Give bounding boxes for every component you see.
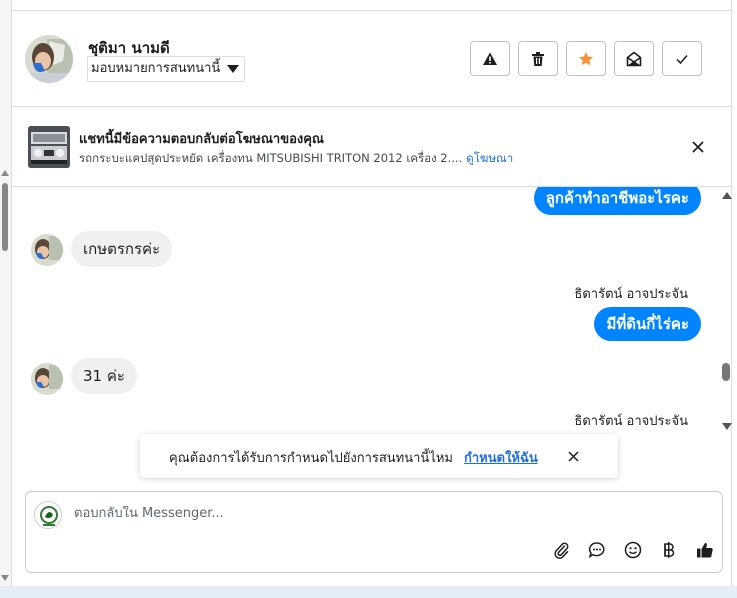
ad-description-text: รถกระบะแคปสุดประหยัด เครื่องทน MITSUBISH… [79, 151, 463, 165]
close-toast-button[interactable] [564, 447, 582, 465]
attach-button[interactable] [543, 538, 579, 562]
star-button[interactable] [566, 41, 606, 76]
assign-dropdown[interactable]: มอบหมายการสนทนานี้ [87, 56, 246, 82]
like-button[interactable] [687, 538, 723, 562]
assign-toast: คุณต้องการได้รับการกำหนดไปยังการสนทนานี้… [140, 434, 618, 478]
scroll-thumb[interactable] [722, 363, 730, 381]
warning-icon [483, 52, 497, 65]
emoji-button[interactable] [615, 538, 651, 562]
chat-bubble-icon [588, 542, 605, 559]
mark-unread-button[interactable] [614, 41, 654, 76]
message-bubble-incoming[interactable]: 31 ค่ะ [71, 358, 137, 394]
report-spam-button[interactable] [470, 41, 510, 76]
delete-button[interactable] [518, 41, 558, 76]
composer-tools [543, 538, 723, 562]
bottom-strip [0, 586, 737, 598]
page-avatar [34, 501, 62, 529]
assign-to-me-link[interactable]: กำหนดให้ฉัน [464, 447, 538, 468]
ad-reply-banner: แชทนี้มีข้อความตอบกลับต่อโฆษณาของคุณ รถก… [12, 107, 733, 187]
thread-scrollbar[interactable] [718, 187, 733, 432]
message-thread[interactable]: ลูกค้าทำอาชีพอะไรคะ เกษตรกรค่ะ ธิดารัตน์… [12, 187, 733, 432]
ad-banner-title: แชทนี้มีข้อความตอบกลับต่อโฆษณาของคุณ [79, 132, 324, 147]
sender-name: ธิดารัตน์ อาจประจัน [574, 287, 688, 302]
close-icon [567, 450, 579, 462]
toast-message: คุณต้องการได้รับการกำหนดไปยังการสนทนานี้… [169, 451, 453, 466]
sender-name: ธิดารัตน์ อาจประจัน [574, 414, 688, 429]
scroll-thumb[interactable] [2, 183, 8, 251]
envelope-open-icon [626, 50, 642, 66]
reply-input[interactable] [74, 506, 674, 521]
ad-thumbnail[interactable] [28, 126, 70, 168]
scroll-down-arrow[interactable] [1, 575, 9, 581]
contact-avatar-small[interactable] [31, 363, 63, 395]
scroll-down-arrow[interactable] [722, 423, 732, 430]
ad-banner-description: รถกระบะแคปสุดประหยัด เครื่องทน MITSUBISH… [79, 150, 513, 168]
paperclip-icon [554, 542, 569, 559]
contact-avatar[interactable] [25, 35, 73, 83]
payment-button[interactable] [651, 538, 687, 562]
close-banner-button[interactable] [688, 137, 708, 157]
star-icon [579, 51, 593, 65]
emoji-icon [624, 541, 642, 559]
contact-avatar-small[interactable] [31, 234, 63, 266]
message-bubble-outgoing[interactable]: ลูกค้าทำอาชีพอะไรคะ [533, 187, 701, 215]
message-bubble-outgoing[interactable]: มีที่ดินกี่ไร่คะ [594, 307, 701, 341]
message-bubble-incoming[interactable]: เกษตรกรค่ะ [71, 231, 173, 267]
header-actions [470, 41, 702, 76]
mark-done-button[interactable] [662, 41, 702, 76]
caret-down-icon [227, 65, 240, 73]
trash-icon [532, 51, 544, 66]
check-icon [676, 54, 688, 64]
assign-label: มอบหมายการสนทนานี้ [91, 61, 221, 76]
view-ad-link[interactable]: ดูโฆษณา [466, 151, 513, 165]
conversation-panel: ชุติมา นามดี มอบหมายการสนทนานี้ แชทนี้มี… [11, 0, 733, 586]
saved-replies-button[interactable] [579, 538, 615, 562]
conversation-header: ชุติมา นามดี มอบหมายการสนทนานี้ [12, 11, 733, 107]
baht-icon [664, 542, 675, 558]
page-scrollbar[interactable] [0, 0, 11, 598]
reply-composer [25, 491, 723, 573]
scroll-up-arrow[interactable] [722, 192, 732, 199]
close-icon [692, 141, 704, 153]
scroll-up-arrow[interactable] [1, 170, 9, 176]
thumbs-up-icon [697, 542, 713, 558]
